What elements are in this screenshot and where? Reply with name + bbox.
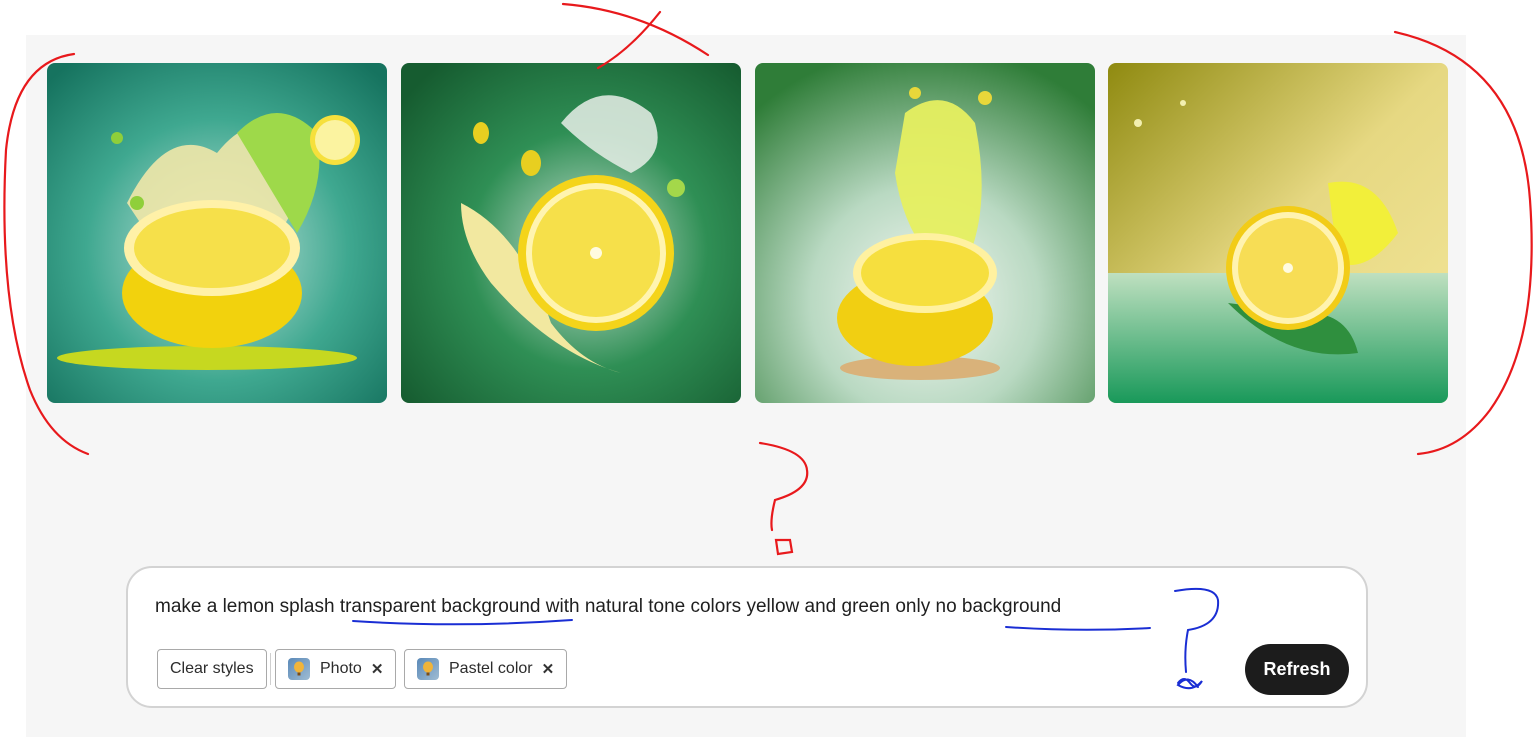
- lemon-splash-image: [47, 63, 387, 403]
- clear-styles-button[interactable]: Clear styles: [157, 649, 267, 689]
- style-chip-photo[interactable]: Photo ✕: [275, 649, 397, 689]
- prompt-box: make a lemon splash transparent backgrou…: [126, 566, 1368, 708]
- close-icon[interactable]: ✕: [542, 660, 555, 678]
- style-chip-label: Photo: [320, 660, 362, 677]
- balloon-thumbnail-icon: [288, 658, 310, 680]
- generated-image-4[interactable]: [1108, 63, 1448, 403]
- prompt-input[interactable]: make a lemon splash transparent backgrou…: [155, 596, 1061, 618]
- lemon-splash-image: [755, 63, 1095, 403]
- lemon-splash-image: [401, 63, 741, 403]
- balloon-thumbnail-icon: [417, 658, 439, 680]
- divider: [270, 653, 271, 685]
- style-chip-pastel-color[interactable]: Pastel color ✕: [404, 649, 568, 689]
- lemon-splash-image: [1108, 63, 1448, 403]
- style-chip-label: Pastel color: [449, 660, 533, 677]
- refresh-button[interactable]: Refresh: [1245, 644, 1349, 695]
- generated-image-2[interactable]: [401, 63, 741, 403]
- generated-image-1[interactable]: [47, 63, 387, 403]
- generated-image-3[interactable]: [755, 63, 1095, 403]
- close-icon[interactable]: ✕: [371, 660, 384, 678]
- clear-styles-label: Clear styles: [170, 660, 254, 677]
